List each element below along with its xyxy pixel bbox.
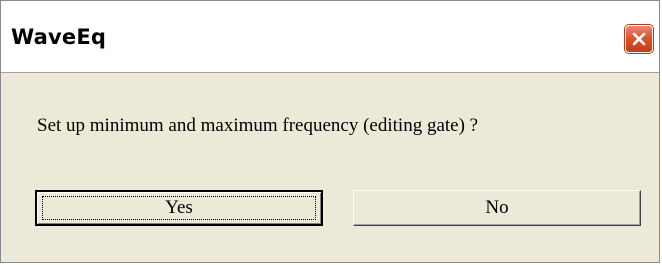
close-icon: [632, 32, 646, 46]
no-button-label: No: [485, 197, 509, 218]
dialog-message: Set up minimum and maximum frequency (ed…: [37, 115, 479, 136]
no-button[interactable]: No: [353, 190, 641, 226]
title-bar[interactable]: WaveEq: [1, 1, 659, 73]
yes-button-label: Yes: [165, 197, 193, 218]
window-title: WaveEq: [11, 25, 107, 49]
close-button[interactable]: [625, 25, 653, 53]
dialog-window: WaveEq Set up minimum and maximum freque…: [0, 0, 660, 263]
yes-button[interactable]: Yes: [35, 190, 323, 226]
